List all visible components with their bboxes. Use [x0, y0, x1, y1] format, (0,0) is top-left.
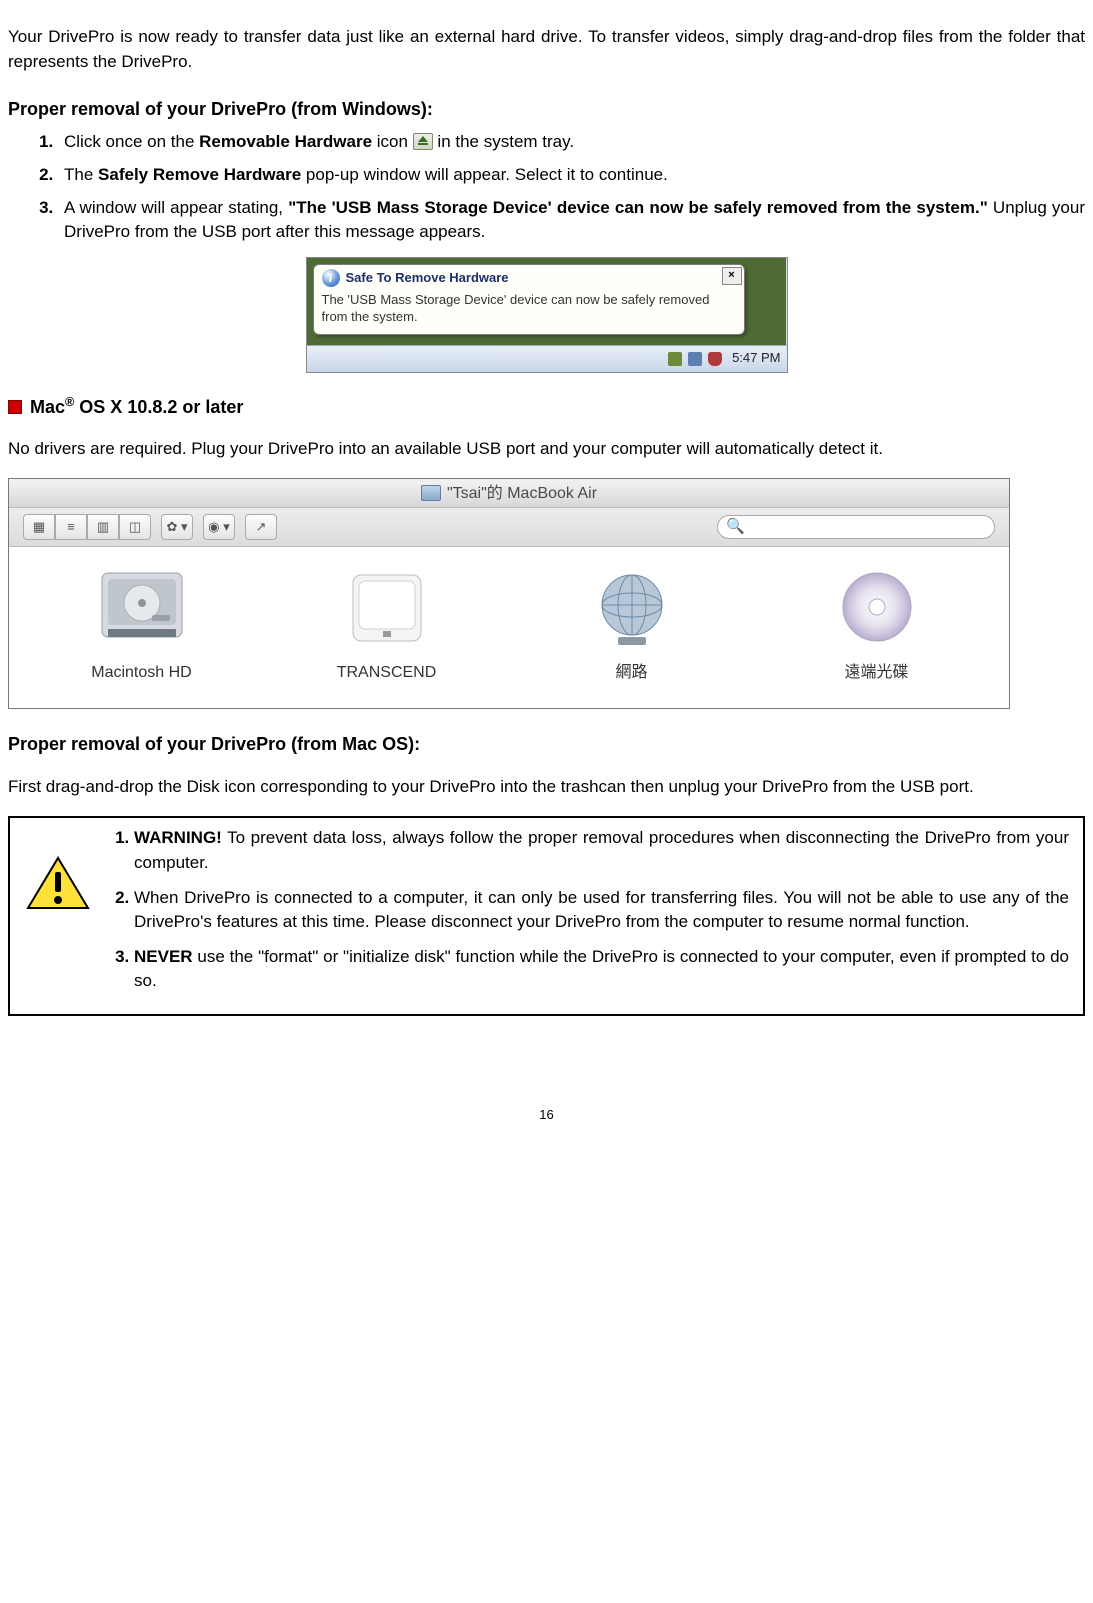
text: A window will appear stating,: [64, 198, 288, 217]
balloon-title-text: Safe To Remove Hardware: [346, 269, 509, 288]
action-group: ✿ ▾: [161, 514, 193, 540]
windows-step-2: The Safely Remove Hardware pop-up window…: [58, 163, 1085, 188]
text: The: [64, 165, 98, 184]
warning-item-2: When DrivePro is connected to a computer…: [134, 886, 1069, 935]
tray-clock: 5:47 PM: [732, 349, 780, 368]
mac-removal-body: First drag-and-drop the Disk icon corres…: [8, 775, 1085, 800]
monitor-icon: [421, 485, 441, 501]
warning-list: WARNING! To prevent data loss, always fo…: [106, 826, 1069, 1004]
balloon-body: The 'USB Mass Storage Device' device can…: [322, 292, 736, 326]
tray-icons: [668, 352, 722, 366]
network-tray-icon: [688, 352, 702, 366]
finder-titlebar: "Tsai"的 MacBook Air: [9, 479, 1009, 508]
finder-title: "Tsai"的 MacBook Air: [447, 482, 597, 505]
share-button: ↗: [245, 514, 277, 540]
remote-disc-icon: [829, 565, 925, 651]
text: use the "format" or "initialize disk" fu…: [134, 947, 1069, 991]
network-globe-icon: [584, 565, 680, 651]
finder-body: Macintosh HD TRANSCEND 網路: [9, 547, 1009, 708]
internal-hd-icon: [94, 565, 190, 651]
external-hd-icon: [339, 565, 435, 651]
warning-item-3: NEVER use the "format" or "initialize di…: [134, 945, 1069, 994]
quicklook-group: ◉ ▾: [203, 514, 235, 540]
info-icon: i: [322, 269, 340, 287]
mac-heading: Mac® OS X 10.8.2 or later: [8, 393, 1085, 420]
drive-label: 網路: [532, 661, 732, 684]
text: To prevent data loss, always follow the …: [134, 828, 1069, 872]
mac-finder-screenshot: "Tsai"的 MacBook Air ▦ ≡ ▥ ◫ ✿ ▾ ◉ ▾ ↗ 🔍: [8, 478, 1010, 709]
view-icons-button: ▦: [23, 514, 55, 540]
text: Mac: [30, 397, 65, 417]
view-coverflow-button: ◫: [119, 514, 151, 540]
drive-transcend: TRANSCEND: [287, 565, 487, 684]
usb-mass-storage-quote: "The 'USB Mass Storage Device' device ca…: [288, 198, 988, 217]
view-mode-segmented: ▦ ≡ ▥ ◫: [23, 514, 151, 540]
balloon-notification: × i Safe To Remove Hardware The 'USB Mas…: [313, 264, 745, 335]
warning-box: WARNING! To prevent data loss, always fo…: [8, 816, 1085, 1016]
shield-tray-icon: [708, 352, 722, 366]
text: icon: [372, 132, 413, 151]
windows-step-3: A window will appear stating, "The 'USB …: [58, 196, 1085, 245]
drive-label: 遠端光碟: [777, 661, 977, 684]
drive-macintosh-hd: Macintosh HD: [42, 565, 242, 684]
windows-removal-heading: Proper removal of your DrivePro (from Wi…: [8, 96, 1085, 122]
removable-hardware-label: Removable Hardware: [199, 132, 372, 151]
quicklook-button: ◉ ▾: [203, 514, 235, 540]
text: in the system tray.: [437, 132, 574, 151]
page-number: 16: [8, 1106, 1085, 1125]
windows-screenshot: × i Safe To Remove Hardware The 'USB Mas…: [306, 257, 788, 373]
close-icon: ×: [722, 267, 742, 285]
warning-triangle-icon: [18, 856, 98, 912]
registered-mark: ®: [65, 395, 74, 409]
warning-item-1: WARNING! To prevent data loss, always fo…: [134, 826, 1069, 875]
search-icon: 🔍: [726, 516, 745, 538]
gear-menu-button: ✿ ▾: [161, 514, 193, 540]
text: OS X 10.8.2 or later: [74, 397, 243, 417]
view-list-button: ≡: [55, 514, 87, 540]
drive-label: Macintosh HD: [42, 661, 242, 684]
safely-remove-label: Safely Remove Hardware: [98, 165, 301, 184]
drive-network: 網路: [532, 565, 732, 684]
windows-steps-list: Click once on the Removable Hardware ico…: [8, 130, 1085, 245]
warning-label: WARNING!: [134, 828, 222, 847]
eject-icon: [413, 133, 433, 150]
intro-paragraph: Your DrivePro is now ready to transfer d…: [8, 25, 1085, 74]
finder-toolbar: ▦ ≡ ▥ ◫ ✿ ▾ ◉ ▾ ↗ 🔍: [9, 508, 1009, 547]
mac-intro: No drivers are required. Plug your Drive…: [8, 437, 1085, 462]
text: Click once on the: [64, 132, 199, 151]
view-columns-button: ▥: [87, 514, 119, 540]
finder-search: 🔍: [717, 515, 995, 539]
never-label: NEVER: [134, 947, 193, 966]
drive-remote-disc: 遠端光碟: [777, 565, 977, 684]
mac-removal-heading: Proper removal of your DrivePro (from Ma…: [8, 731, 1085, 757]
windows-step-1: Click once on the Removable Hardware ico…: [58, 130, 1085, 155]
system-tray: 5:47 PM: [307, 345, 787, 372]
share-group: ↗: [245, 514, 277, 540]
drive-label: TRANSCEND: [287, 661, 487, 684]
eject-tray-icon: [668, 352, 682, 366]
red-bullet-icon: [8, 400, 22, 414]
text: pop-up window will appear. Select it to …: [301, 165, 668, 184]
balloon-title: i Safe To Remove Hardware: [322, 269, 736, 288]
